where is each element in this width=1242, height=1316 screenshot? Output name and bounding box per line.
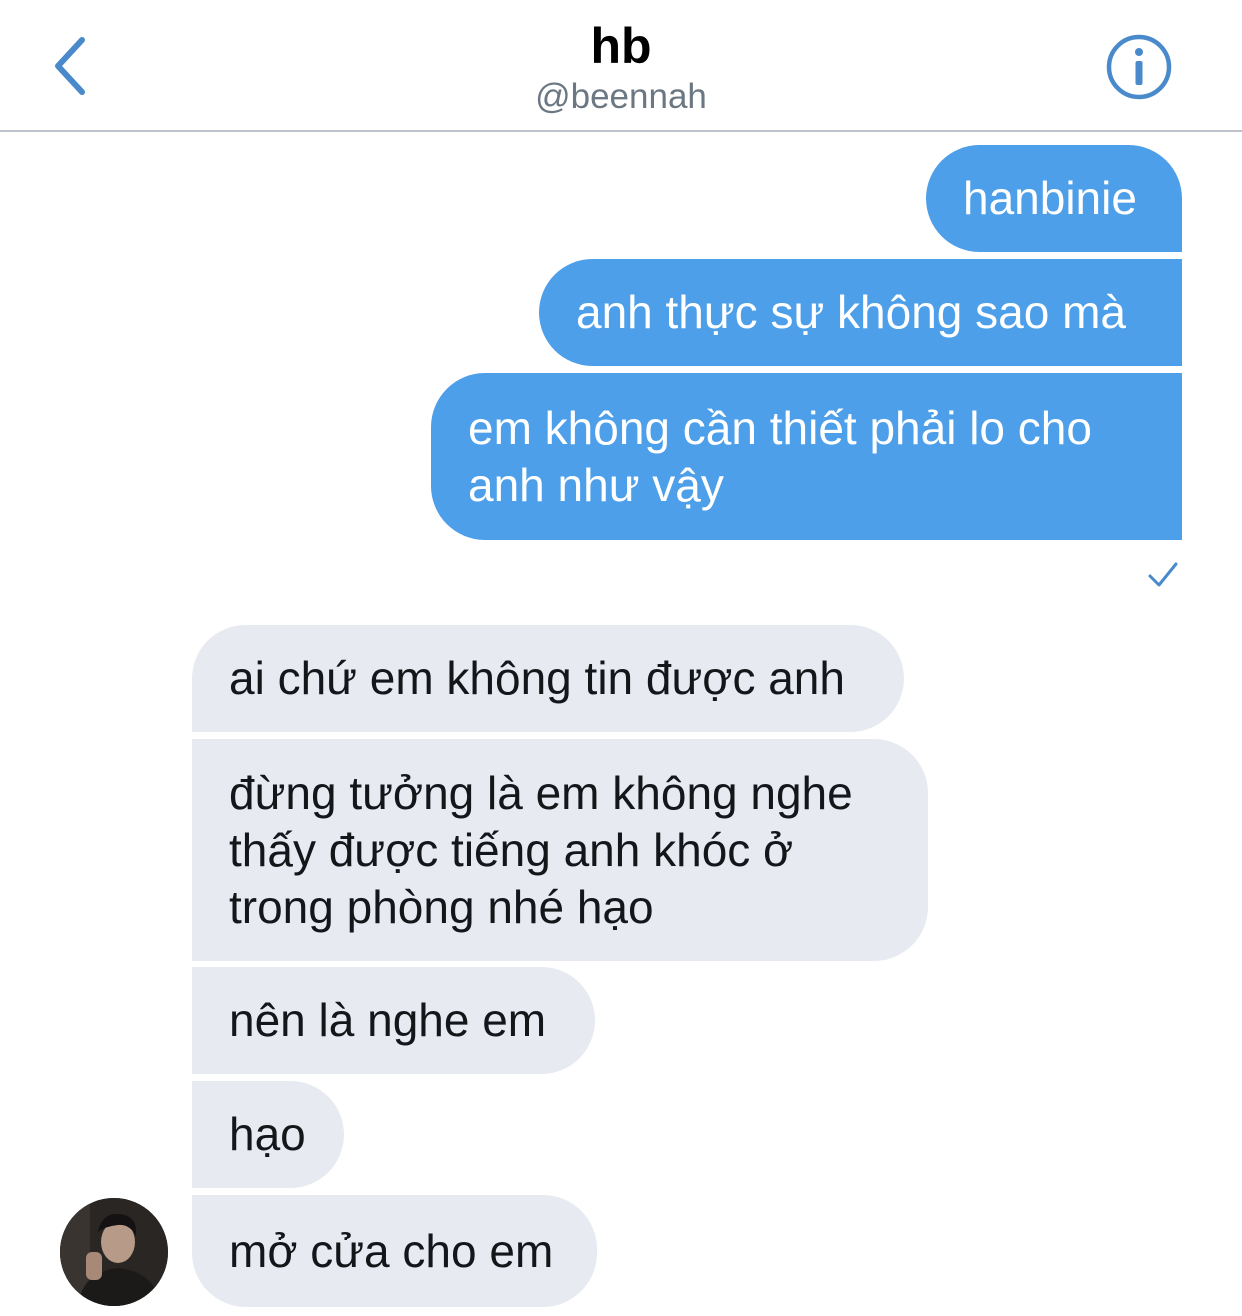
message-text: hanbinie xyxy=(963,172,1137,224)
checkmark-icon xyxy=(1148,562,1178,587)
info-button[interactable] xyxy=(1104,32,1174,102)
incoming-message[interactable]: hạo xyxy=(192,1081,344,1188)
outgoing-message[interactable]: em không cần thiết phải lo cho anh như v… xyxy=(431,373,1182,540)
outgoing-message[interactable]: hanbinie xyxy=(926,145,1182,252)
message-text: hạo xyxy=(229,1108,306,1160)
message-line: đừng tưởng là em không nghe xyxy=(229,766,853,819)
message-line: anh như vậy xyxy=(468,458,724,511)
conversation-title[interactable]: hb xyxy=(0,18,1242,74)
outgoing-message[interactable]: anh thực sự không sao mà xyxy=(539,259,1182,366)
message-text: ai chứ em không tin được anh xyxy=(229,652,845,704)
message-text: nên là nghe em xyxy=(229,994,547,1046)
conversation-handle[interactable]: @beennah xyxy=(0,77,1242,117)
message-line: trong phòng nhé hạo xyxy=(229,880,654,933)
message-line: thấy được tiếng anh khóc ở xyxy=(229,823,794,876)
avatar[interactable] xyxy=(60,1198,168,1306)
incoming-message[interactable]: ai chứ em không tin được anh xyxy=(192,625,904,732)
message-text: anh thực sự không sao mà xyxy=(576,286,1127,338)
info-circle-icon xyxy=(1106,34,1172,100)
incoming-message[interactable]: đừng tưởng là em không nghe thấy được ti… xyxy=(192,739,928,961)
message-line: em không cần thiết phải lo cho xyxy=(468,401,1092,454)
incoming-message[interactable]: nên là nghe em xyxy=(192,967,595,1074)
avatar-image xyxy=(60,1198,168,1306)
message-text: mở cửa cho em xyxy=(229,1224,554,1277)
conversation-header: hb @beennah xyxy=(0,0,1242,132)
incoming-message[interactable]: mở cửa cho em xyxy=(192,1195,597,1307)
